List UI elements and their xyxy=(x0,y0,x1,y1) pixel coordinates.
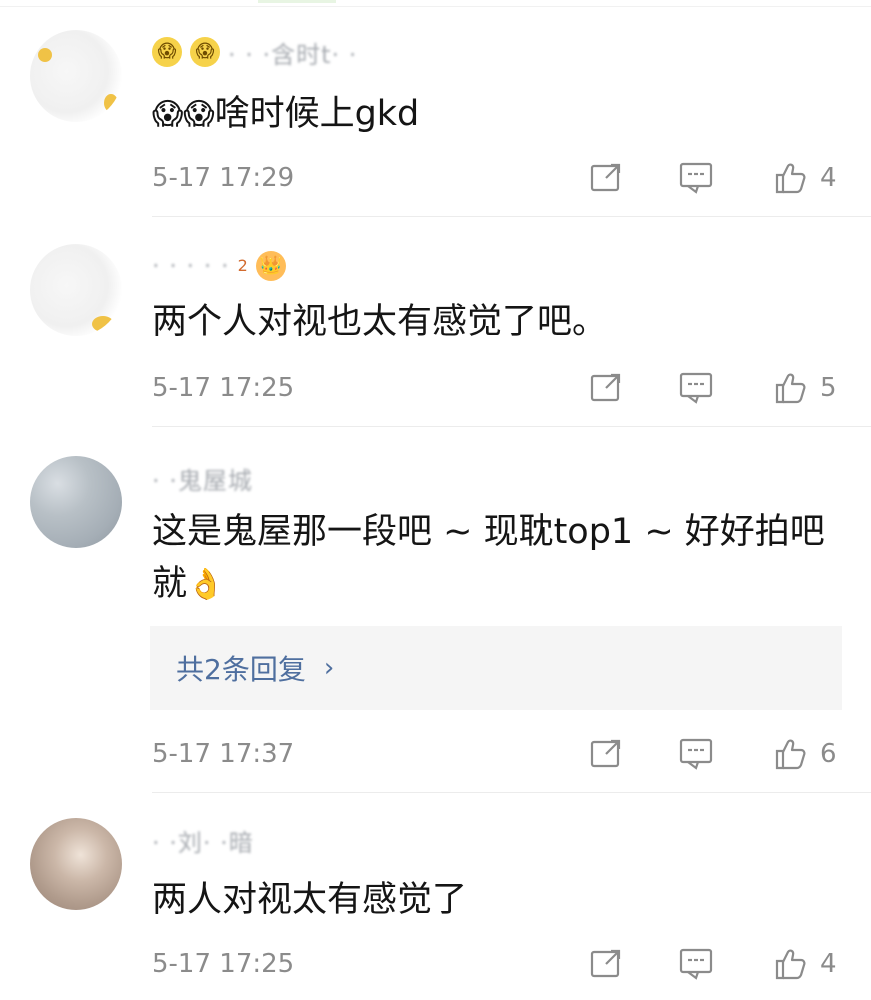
username[interactable]: · · · · · xyxy=(152,252,230,280)
username[interactable]: · ·刘· ·暗 xyxy=(152,823,254,858)
comment-button[interactable] xyxy=(676,368,716,408)
avatar[interactable] xyxy=(30,456,122,548)
timestamp: 5-17 17:25 xyxy=(152,949,295,979)
comment-meta: 5-17 17:37 6 xyxy=(152,732,842,776)
ok-hand-emoji-icon: 👌 xyxy=(187,567,225,602)
share-button[interactable] xyxy=(586,158,626,198)
thumbs-up-icon xyxy=(775,373,806,404)
like-count: 5 xyxy=(820,373,837,403)
comment-text: 啥时候上gkd xyxy=(214,94,420,134)
surprised-emoji-icon: 😱 xyxy=(152,37,182,67)
avatar-emoji-icon xyxy=(92,316,114,332)
comment-icon xyxy=(679,162,713,194)
like-count: 6 xyxy=(820,739,837,769)
share-icon xyxy=(590,739,621,768)
share-button[interactable] xyxy=(586,368,626,408)
reply-count-link[interactable]: 共2条回复 xyxy=(176,648,306,688)
reply-summary[interactable]: 共2条回复 › xyxy=(150,626,842,710)
comment-divider xyxy=(152,216,871,217)
comment-body: 两个人对视也太有感觉了吧。 xyxy=(152,302,608,342)
share-icon xyxy=(590,373,621,402)
level-badge: 2 xyxy=(237,256,248,275)
username[interactable]: · ·鬼屋城 xyxy=(152,461,253,496)
username[interactable]: · · ·含时t· · xyxy=(228,35,357,70)
timestamp: 5-17 17:29 xyxy=(152,163,295,193)
thumbs-up-icon xyxy=(775,949,806,980)
comment-1: 😱 😱 · · ·含时t· · 😱😱啥时候上gkd 5-17 17:29 4 xyxy=(0,0,871,220)
like-count: 4 xyxy=(820,163,837,193)
like-button[interactable]: 4 xyxy=(770,158,837,198)
avatar-emoji-left-icon xyxy=(38,48,52,62)
surprised-emoji-icon: 😱 xyxy=(152,97,184,132)
comment-2: · · · · · 2 👑 两个人对视也太有感觉了吧。 5-17 17:25 5 xyxy=(0,220,871,426)
avatar[interactable] xyxy=(30,244,122,336)
like-count: 4 xyxy=(820,949,837,979)
like-button[interactable]: 6 xyxy=(770,734,837,774)
username-row: · · · · · 2 👑 xyxy=(152,248,286,284)
comment-icon xyxy=(679,738,713,770)
comment-button[interactable] xyxy=(676,734,716,774)
avatar[interactable] xyxy=(30,818,122,910)
comment-button[interactable] xyxy=(676,944,716,984)
comment-meta: 5-17 17:25 5 xyxy=(152,366,842,410)
timestamp: 5-17 17:25 xyxy=(152,373,295,403)
surprised-emoji-icon: 😱 xyxy=(183,97,215,132)
comment-4: · ·刘· ·暗 两人对视太有感觉了 5-17 17:25 4 xyxy=(0,792,871,1000)
like-button[interactable]: 5 xyxy=(770,368,837,408)
surprised-emoji-icon: 😱 xyxy=(190,37,220,67)
share-icon xyxy=(590,163,621,192)
username-row: · ·刘· ·暗 xyxy=(152,822,254,858)
comment-meta: 5-17 17:25 4 xyxy=(152,942,842,986)
like-button[interactable]: 4 xyxy=(770,944,837,984)
crown-icon: 👑 xyxy=(255,251,286,281)
avatar-emoji-right-icon xyxy=(104,94,118,112)
username-row: 😱 😱 · · ·含时t· · xyxy=(152,34,357,70)
share-icon xyxy=(590,949,621,978)
thumbs-up-icon xyxy=(775,163,806,194)
timestamp: 5-17 17:37 xyxy=(152,739,295,769)
comment-meta: 5-17 17:29 4 xyxy=(152,156,842,200)
comment-body: 两人对视太有感觉了 xyxy=(152,880,468,920)
comment-text: 这是鬼屋那一段吧 ~ 现耽top1 ~ 好好拍吧就 xyxy=(152,512,825,604)
comment-icon xyxy=(679,372,713,404)
avatar[interactable] xyxy=(30,30,122,122)
chevron-right-icon: › xyxy=(323,653,335,683)
comment-button[interactable] xyxy=(676,158,716,198)
share-button[interactable] xyxy=(586,944,626,984)
comment-3: · ·鬼屋城 这是鬼屋那一段吧 ~ 现耽top1 ~ 好好拍吧就👌 共2条回复 … xyxy=(0,426,871,792)
username-row: · ·鬼屋城 xyxy=(152,460,253,496)
share-button[interactable] xyxy=(586,734,626,774)
comment-body: 这是鬼屋那一段吧 ~ 现耽top1 ~ 好好拍吧就👌 xyxy=(152,506,832,610)
comment-icon xyxy=(679,948,713,980)
comment-body: 😱😱啥时候上gkd xyxy=(152,88,832,140)
thumbs-up-icon xyxy=(775,739,806,770)
